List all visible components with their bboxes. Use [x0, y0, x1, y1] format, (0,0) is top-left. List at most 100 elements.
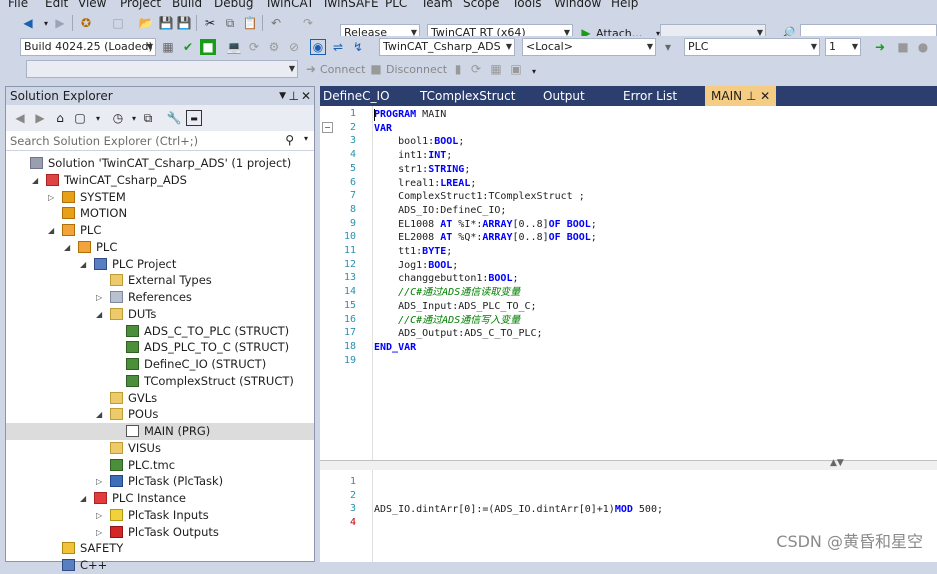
declaration-pane[interactable]: − 1 PROGRAM MAIN 2 VAR 3 bool1:BOOL; 4 int1:I… [320, 106, 937, 468]
menu-scope[interactable]: Scope [463, 0, 500, 10]
code-line[interactable]: //C#通过ADS通信写入变量 [374, 314, 520, 328]
menu-team[interactable]: Team [421, 0, 453, 10]
activate-icon[interactable]: ✔ [180, 39, 196, 55]
tree-item[interactable]: MOTION [6, 205, 314, 222]
scan-icon[interactable]: ⚙ [266, 39, 282, 55]
target-icon[interactable]: ◉ [310, 39, 326, 55]
monitor-icon[interactable]: 💻 [226, 39, 242, 55]
chevron-down-icon[interactable]: ▾ [304, 134, 308, 143]
pin-icon[interactable]: ⊥ [289, 87, 299, 105]
disconnect-button[interactable]: Disconnect [386, 63, 447, 76]
tree-item[interactable]: ADS_PLC_TO_C (STRUCT) [6, 339, 314, 356]
tree-item[interactable]: ▷ PlcTask Outputs [6, 524, 314, 541]
tab-main[interactable]: MAIN ⊥ ✕ [705, 86, 777, 106]
code-line[interactable]: str1:STRING; [374, 163, 470, 177]
tree-item[interactable]: ◢ TwinCAT_Csharp_ADS [6, 172, 314, 189]
cut-icon[interactable]: ✂ [202, 15, 218, 31]
tree-item[interactable]: DefineC_IO (STRUCT) [6, 356, 314, 373]
home-icon[interactable]: ⌂ [52, 110, 68, 126]
expand-arrow-icon[interactable]: ▷ [96, 524, 102, 541]
code-line[interactable]: EL1008 AT %I*:ARRAY[0..8]OF BOOL; [374, 218, 597, 232]
code-line[interactable]: Jog1:BOOL; [374, 259, 458, 273]
tree-item[interactable]: ◢ PLC [6, 222, 314, 239]
connect-button[interactable]: Connect [320, 63, 365, 76]
code-line[interactable]: bool1:BOOL; [374, 135, 464, 149]
code-line[interactable]: changgebutton1:BOOL; [374, 272, 518, 286]
menu-twinsafe[interactable]: TwinSAFE [322, 0, 379, 10]
tree-item[interactable]: External Types [6, 272, 314, 289]
properties-icon[interactable]: 🔧 [166, 110, 182, 126]
tree-item[interactable]: ◢ PLC Instance [6, 490, 314, 507]
tree-item[interactable]: ▷ SYSTEM [6, 189, 314, 206]
build-select[interactable]: Build 4024.25 (Loaded) ▼ [20, 38, 156, 56]
collapse-arrow-icon[interactable]: ◢ [96, 406, 102, 423]
code-line[interactable]: int1:INT; [374, 149, 452, 163]
tree-item[interactable]: ◢ POUs [6, 406, 314, 423]
redo-icon[interactable]: ↷ [300, 15, 316, 31]
chevron-down-icon[interactable]: ▾ [90, 110, 106, 126]
code-line[interactable]: ADS_IO.dintArr[0]:=(ADS_IO.dintArr[0]+1)… [374, 503, 663, 517]
solution-views-icon[interactable]: ▢ [72, 110, 88, 126]
restart-icon[interactable]: ■ [200, 39, 216, 55]
disconnect-icon[interactable]: ■ [368, 61, 384, 77]
tab-error-list[interactable]: Error List [623, 86, 677, 106]
menu-plc[interactable]: PLC [385, 0, 407, 10]
add-item-icon[interactable]: □ [110, 15, 126, 31]
tree-item[interactable]: ◢ PLC [6, 239, 314, 256]
menu-edit[interactable]: Edit [45, 0, 68, 10]
code-line[interactable]: ComplexStruct1:TComplexStruct ; [374, 190, 585, 204]
menu-twincat[interactable]: TwinCAT [265, 0, 314, 10]
expand-arrow-icon[interactable]: ▷ [96, 507, 102, 524]
tree-item[interactable]: ◢ PLC Project [6, 256, 314, 273]
connect-icon[interactable]: ➜ [303, 61, 319, 77]
tree-item[interactable]: ▷ PlcTask (PlcTask) [6, 473, 314, 490]
config-icon[interactable]: ▦ [160, 39, 176, 55]
new-project-icon[interactable]: ✪ [78, 15, 94, 31]
code-line[interactable]: PROGRAM MAIN [374, 108, 446, 122]
forward-icon[interactable]: ▶ [32, 110, 48, 126]
code-line[interactable]: VAR [374, 122, 392, 136]
forward-icon[interactable]: ▶ [52, 15, 68, 31]
tab-tcomplexstruct[interactable]: TComplexStruct [420, 86, 515, 106]
tree-item[interactable]: GVLs [6, 390, 314, 407]
search-input[interactable]: Search Solution Explorer (Ctrl+;) [6, 131, 314, 151]
menu-window[interactable]: Window [554, 0, 601, 10]
link-icon[interactable]: ⇌ [330, 39, 346, 55]
collapse-arrow-icon[interactable]: ◢ [80, 490, 86, 507]
tree-item[interactable]: ADS_C_TO_PLC (STRUCT) [6, 323, 314, 340]
menu-view[interactable]: View [78, 0, 106, 10]
menu-help[interactable]: Help [611, 0, 638, 10]
pin-icon[interactable]: ⊥ [742, 89, 760, 103]
code-line[interactable]: tt1:BYTE; [374, 245, 452, 259]
menu-file[interactable]: File [8, 0, 28, 10]
back-icon[interactable]: ◀ [12, 110, 28, 126]
tree-item[interactable]: ▷ PlcTask Inputs [6, 507, 314, 524]
menu-project[interactable]: Project [120, 0, 161, 10]
save-all-icon[interactable]: 💾 [176, 15, 192, 31]
expand-arrow-icon[interactable]: ▷ [96, 473, 102, 490]
close-icon[interactable]: ✕ [301, 87, 311, 105]
target-system-select[interactable]: <Local> ▼ [522, 38, 656, 56]
collapse-all-icon[interactable]: ⧉ [140, 110, 156, 126]
open-folder-icon[interactable]: 📂 [138, 15, 154, 31]
tree-item[interactable]: TComplexStruct (STRUCT) [6, 373, 314, 390]
code-line[interactable]: END_VAR [374, 341, 416, 355]
tree-item[interactable]: MAIN (PRG) [6, 423, 314, 440]
refresh-icon[interactable]: ⟳ [468, 61, 484, 77]
instance-count-select[interactable]: 1 ▼ [825, 38, 861, 56]
undo-icon[interactable]: ↶ [268, 15, 284, 31]
reload-icon[interactable]: ⟳ [246, 39, 262, 55]
delete-icon[interactable]: ▣ [508, 61, 524, 77]
more-options-icon[interactable]: ▾ [660, 39, 676, 55]
code-line[interactable]: //C#通过ADS通信读取变量 [374, 286, 520, 300]
paste-icon[interactable]: 📋 [242, 15, 258, 31]
tree-item[interactable]: Solution 'TwinCAT_Csharp_ADS' (1 project… [6, 155, 314, 172]
collapse-arrow-icon[interactable]: ◢ [64, 239, 70, 256]
panel-options-icon[interactable]: ▼ [279, 87, 286, 105]
search-icon[interactable]: ⚲ [285, 133, 294, 147]
close-icon[interactable]: ✕ [760, 89, 770, 103]
collapse-arrow-icon[interactable]: ◢ [48, 222, 54, 239]
code-line[interactable]: EL2008 AT %Q*:ARRAY[0..8]OF BOOL; [374, 231, 597, 245]
stop-icon[interactable]: ■ [895, 39, 911, 55]
login-icon[interactable]: ➜ [872, 39, 888, 55]
